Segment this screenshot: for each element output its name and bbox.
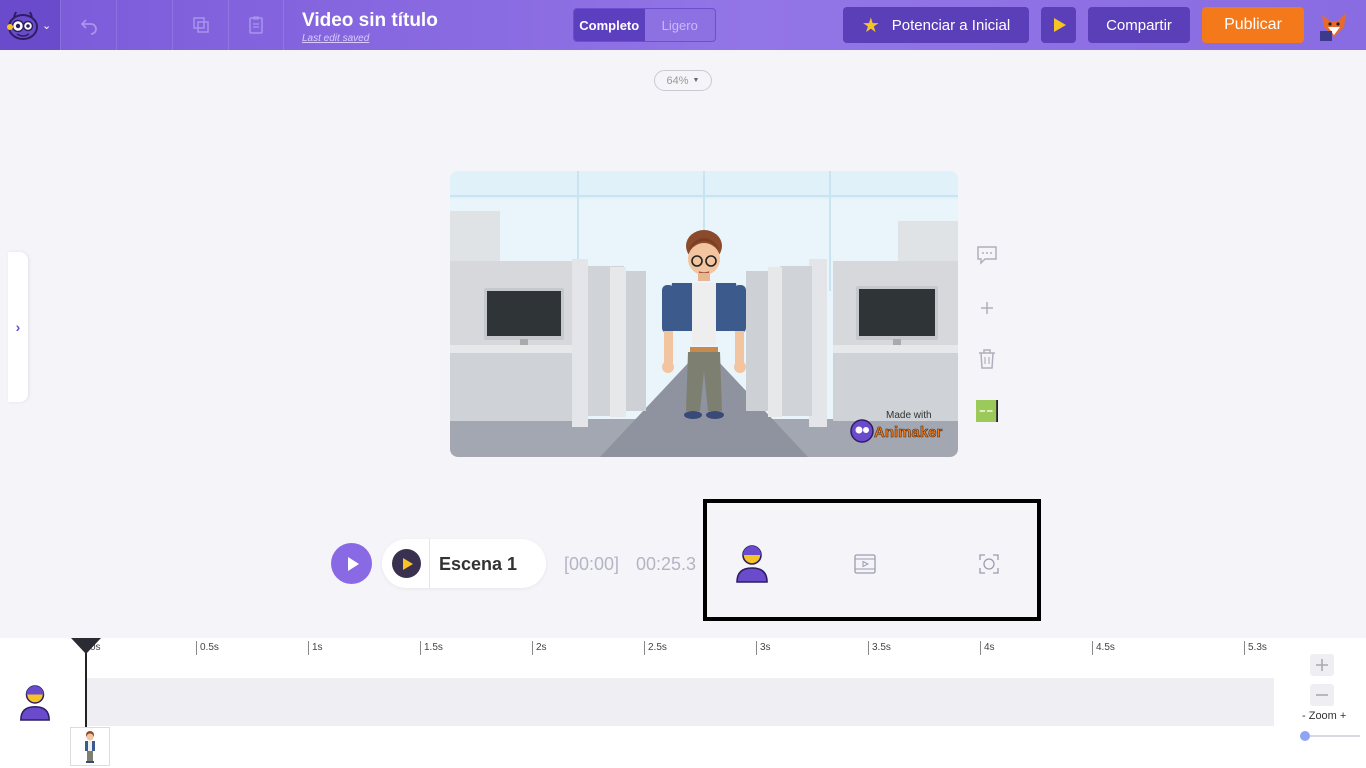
top-toolbar: ⌄ Video sin título Last edit saved Compl… [0, 0, 1366, 50]
timeline-zoom-control: - Zoom + [1274, 638, 1366, 768]
mode-toggle: Completo Ligero [573, 8, 716, 42]
track-character-icon [18, 684, 52, 727]
copy-icon [192, 17, 209, 33]
current-time: [00:00] [564, 554, 620, 574]
add-scene-button[interactable] [976, 297, 998, 319]
upgrade-button[interactable]: ★ Potenciar a Inicial [843, 7, 1029, 43]
animaker-logo-icon [7, 11, 38, 40]
scene-selector[interactable]: Escena 1 [382, 539, 546, 588]
undo-button[interactable] [60, 0, 116, 50]
office-scene-illustration: Made with Animaker [450, 171, 958, 457]
undo-icon [80, 19, 97, 35]
video-clip-icon [854, 554, 876, 574]
play-icon [347, 556, 359, 571]
scene-name: Escena 1 [439, 554, 518, 574]
zoom-label: - Zoom + [1302, 710, 1347, 722]
chevron-right-icon: › [15, 319, 21, 335]
watermark-made-with: Made with [886, 410, 932, 421]
plus-icon [981, 302, 993, 314]
tick-label: 4.5s [1092, 641, 1115, 655]
camera-focus-icon [979, 554, 999, 574]
time-ruler[interactable]: 0s 0.5s 1s 1.5s 2s 2.5s 3s 3.5s 4s 4.5s … [86, 638, 1274, 658]
zoom-out-button[interactable] [1310, 684, 1334, 706]
fox-avatar-icon [1320, 13, 1346, 41]
comment-icon [977, 246, 997, 265]
character-thumbnail[interactable] [70, 727, 110, 766]
camera-layer-button[interactable] [978, 553, 1000, 575]
watermark-logo [850, 419, 874, 443]
tick-label: 3.5s [868, 641, 891, 655]
project-title[interactable]: Video sin título [302, 10, 438, 32]
delete-scene-button[interactable] [976, 348, 998, 370]
canvas-zoom-select[interactable]: 64% ▼ [654, 70, 712, 91]
canvas-zoom-value: 64% [666, 74, 689, 87]
share-button[interactable]: Compartir [1088, 7, 1190, 43]
plus-icon [1316, 659, 1328, 671]
scene-canvas[interactable]: Made with Animaker [450, 171, 958, 457]
publish-button[interactable]: Publicar [1202, 7, 1304, 43]
tick-label: 0.5s [196, 641, 219, 655]
mode-completo[interactable]: Completo [574, 9, 645, 41]
tick-label: 1s [308, 641, 323, 655]
tick-label: 3s [756, 641, 771, 655]
divider [429, 539, 430, 588]
minus-icon [1316, 694, 1328, 696]
character-thumbnail-image [85, 730, 95, 763]
redo-button[interactable] [116, 0, 172, 50]
caret-down-icon: ▼ [692, 77, 700, 84]
save-status: Last edit saved [302, 33, 370, 44]
play-button[interactable] [331, 543, 372, 584]
character-layer-button[interactable] [734, 544, 770, 584]
clipboard-icon [249, 16, 263, 34]
mode-ligero[interactable]: Ligero [645, 9, 716, 41]
library-panel-toggle[interactable]: › [8, 252, 28, 402]
playhead-handle[interactable] [71, 638, 101, 654]
playhead-line [85, 646, 87, 728]
tick-label: 2.5s [644, 641, 667, 655]
preview-button[interactable] [1041, 7, 1076, 43]
copy-button[interactable] [172, 0, 228, 50]
paste-button[interactable] [228, 0, 284, 50]
timeline-panel: 0s 0.5s 1s 1.5s 2s 2.5s 3s 3.5s 4s 4.5s … [0, 638, 1366, 768]
total-time: 00:25.3 [636, 554, 697, 574]
star-icon: ★ [861, 14, 880, 37]
character-icon [736, 545, 768, 583]
app-menu-button[interactable]: ⌄ [0, 0, 60, 50]
trash-icon [979, 349, 995, 369]
character-track[interactable] [86, 678, 1274, 726]
zoom-slider-handle[interactable] [1300, 731, 1310, 741]
play-icon [1053, 18, 1066, 32]
play-icon [402, 557, 413, 570]
tick-label: 4s [980, 641, 995, 655]
chevron-down-icon: ⌄ [42, 19, 52, 32]
tick-label: 2s [532, 641, 547, 655]
character-icon [20, 685, 50, 721]
watermark-brand: Animaker [874, 424, 943, 441]
video-layer-button[interactable] [853, 553, 877, 575]
tick-label: 1.5s [420, 641, 443, 655]
tick-label: 5.3s [1244, 641, 1267, 655]
scene-transition-button[interactable] [976, 400, 998, 422]
upgrade-label: Potenciar a Inicial [891, 16, 1011, 34]
comment-button[interactable] [976, 244, 998, 266]
user-avatar[interactable] [1318, 9, 1350, 41]
transition-icon [976, 400, 998, 422]
scene-play-button[interactable] [392, 549, 421, 578]
zoom-in-button[interactable] [1310, 654, 1334, 676]
zoom-slider-track[interactable] [1304, 735, 1360, 737]
